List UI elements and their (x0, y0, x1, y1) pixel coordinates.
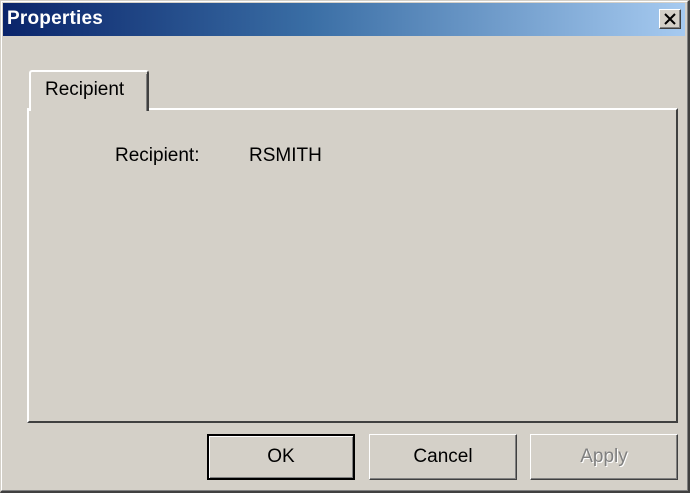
tab-recipient[interactable]: Recipient (29, 70, 149, 111)
recipient-value: RSMITH (249, 145, 322, 166)
close-button[interactable] (659, 9, 681, 29)
close-icon (664, 13, 676, 25)
dialog-title: Properties (7, 8, 103, 29)
cancel-button[interactable]: Cancel (369, 434, 517, 480)
recipient-label: Recipient: (115, 145, 200, 166)
title-bar[interactable]: Properties (3, 3, 685, 36)
properties-dialog: Properties Recipient Recipient: RSMITH O… (0, 0, 690, 493)
apply-button[interactable]: Apply (530, 434, 678, 480)
recipient-tab-panel: Recipient: RSMITH (27, 108, 678, 423)
ok-button[interactable]: OK (207, 434, 355, 480)
tab-recipient-label: Recipient (45, 79, 125, 100)
